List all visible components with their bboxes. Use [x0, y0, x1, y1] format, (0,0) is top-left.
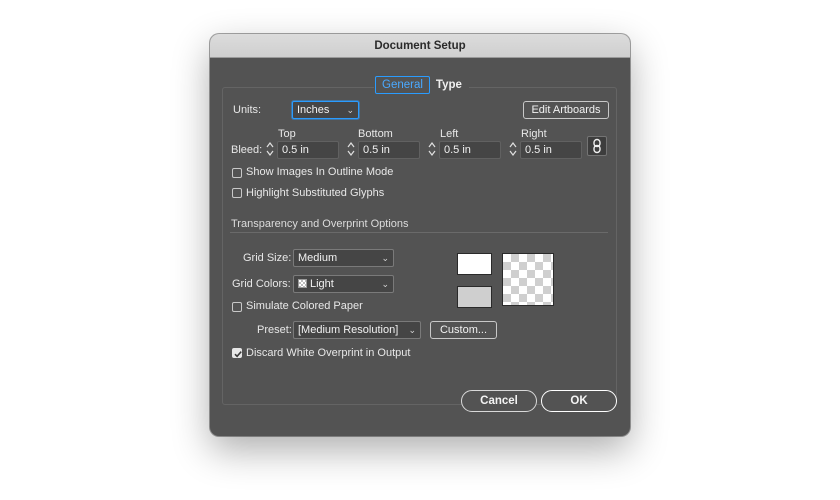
bleed-left-label: Left — [440, 128, 459, 140]
units-label: Units: — [233, 104, 262, 116]
grid-colors-value: Light — [310, 278, 334, 290]
preset-label: Preset: — [257, 324, 292, 336]
grid-color-swatch[interactable] — [457, 286, 492, 308]
tab-type[interactable]: Type — [430, 76, 468, 94]
bleed-top-stepper[interactable] — [265, 141, 275, 157]
chevron-down-icon: ⌄ — [346, 105, 354, 115]
bleed-label: Bleed: — [231, 144, 263, 156]
bleed-bottom-label: Bottom — [358, 128, 393, 140]
custom-button[interactable]: Custom... — [430, 321, 497, 339]
simulate-paper-label: Simulate Colored Paper — [246, 300, 363, 312]
tab-general[interactable]: General — [375, 76, 430, 94]
grid-size-value: Medium — [298, 252, 338, 264]
chevron-down-icon: ⌄ — [408, 325, 416, 335]
checkmark-icon — [234, 351, 242, 358]
show-images-outline-checkbox[interactable] — [232, 168, 242, 178]
edit-artboards-button[interactable]: Edit Artboards — [523, 101, 609, 119]
link-bleed-button[interactable] — [587, 136, 607, 156]
bleed-bottom-stepper[interactable] — [346, 141, 356, 157]
discard-white-label: Discard White Overprint in Output — [246, 347, 411, 359]
checkerboard-icon — [298, 279, 307, 288]
bleed-right-stepper[interactable] — [508, 141, 518, 157]
bleed-top-field[interactable]: 0.5 in — [277, 141, 339, 159]
bleed-left-field[interactable]: 0.5 in — [439, 141, 501, 159]
grid-size-label: Grid Size: — [243, 252, 292, 264]
units-value: Inches — [297, 104, 330, 116]
highlight-glyphs-checkbox[interactable] — [232, 188, 242, 198]
dialog-title: Document Setup — [210, 34, 630, 58]
simulate-paper-checkbox[interactable] — [232, 302, 242, 312]
transparency-section-title: Transparency and Overprint Options — [231, 218, 409, 230]
preset-value: [Medium Resolution] — [298, 324, 399, 336]
bleed-right-label: Right — [521, 128, 547, 140]
bleed-right-field[interactable]: 0.5 in — [520, 141, 582, 159]
grid-size-select[interactable]: Medium ⌄ — [293, 249, 394, 267]
bleed-left-stepper[interactable] — [427, 141, 437, 157]
grid-colors-label: Grid Colors: — [232, 278, 291, 290]
bleed-bottom-field[interactable]: 0.5 in — [358, 141, 420, 159]
section-divider — [230, 232, 608, 233]
paper-color-swatch[interactable] — [457, 253, 492, 275]
chevron-down-icon: ⌄ — [381, 253, 389, 263]
discard-white-checkbox[interactable] — [232, 348, 242, 358]
highlight-glyphs-label: Highlight Substituted Glyphs — [246, 187, 385, 199]
preset-select[interactable]: [Medium Resolution] ⌄ — [293, 321, 421, 339]
show-images-outline-label: Show Images In Outline Mode — [246, 166, 394, 178]
chevron-down-icon: ⌄ — [381, 279, 389, 289]
document-setup-dialog: Document Setup General Type Units: Inche… — [210, 34, 630, 436]
cancel-button[interactable]: Cancel — [461, 390, 537, 412]
units-select[interactable]: Inches ⌄ — [292, 101, 359, 119]
link-icon — [593, 138, 601, 154]
tab-bar: General Type — [374, 76, 469, 94]
transparency-grid-preview — [502, 253, 554, 306]
grid-colors-select[interactable]: Light ⌄ — [293, 275, 394, 293]
ok-button[interactable]: OK — [541, 390, 617, 412]
bleed-top-label: Top — [278, 128, 296, 140]
